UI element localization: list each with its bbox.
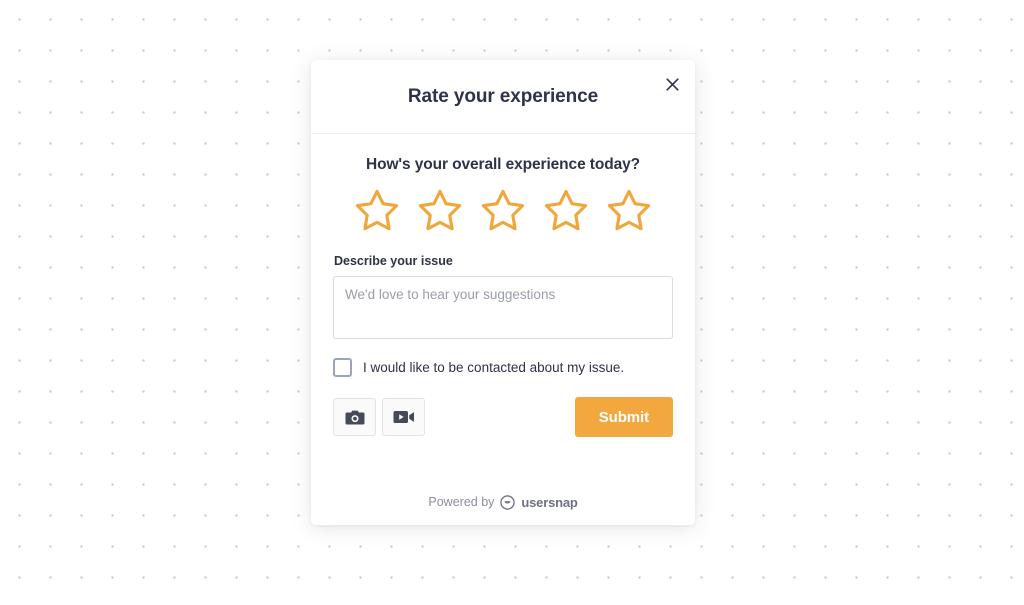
star-icon-5[interactable] bbox=[604, 186, 654, 236]
issue-textarea[interactable] bbox=[333, 276, 673, 339]
submit-button[interactable]: Submit bbox=[574, 397, 673, 437]
contact-checkbox-label[interactable]: I would like to be contacted about my is… bbox=[363, 360, 624, 375]
powered-by-label: Powered by bbox=[428, 495, 495, 509]
star-icon-1[interactable] bbox=[352, 186, 402, 236]
modal-body: How's your overall experience today? Des… bbox=[311, 134, 695, 479]
star-icon-3[interactable] bbox=[478, 186, 528, 236]
feedback-modal: Rate your experience How's your overall … bbox=[311, 60, 695, 525]
screenshot-button[interactable] bbox=[333, 398, 376, 436]
actions-row: Submit bbox=[333, 397, 673, 437]
star-rating-group[interactable] bbox=[333, 186, 673, 236]
modal-header: Rate your experience bbox=[311, 60, 695, 134]
rating-question: How's your overall experience today? bbox=[365, 156, 640, 173]
media-buttons bbox=[333, 398, 425, 436]
close-button[interactable] bbox=[660, 72, 684, 96]
issue-field-label: Describe your issue bbox=[334, 254, 453, 268]
contact-checkbox[interactable] bbox=[333, 358, 352, 377]
page-title: Rate your experience bbox=[407, 85, 599, 107]
contact-checkbox-row[interactable]: I would like to be contacted about my is… bbox=[333, 358, 673, 377]
camera-icon bbox=[345, 410, 364, 424]
video-record-button[interactable] bbox=[382, 398, 425, 436]
modal-footer: Powered by usersnap bbox=[311, 479, 695, 525]
video-camera-icon bbox=[393, 411, 414, 423]
star-icon-4[interactable] bbox=[541, 186, 591, 236]
close-icon bbox=[665, 77, 679, 91]
star-icon-2[interactable] bbox=[415, 186, 465, 236]
usersnap-brand-label: usersnap bbox=[521, 494, 578, 510]
usersnap-smiley-icon bbox=[500, 494, 516, 510]
